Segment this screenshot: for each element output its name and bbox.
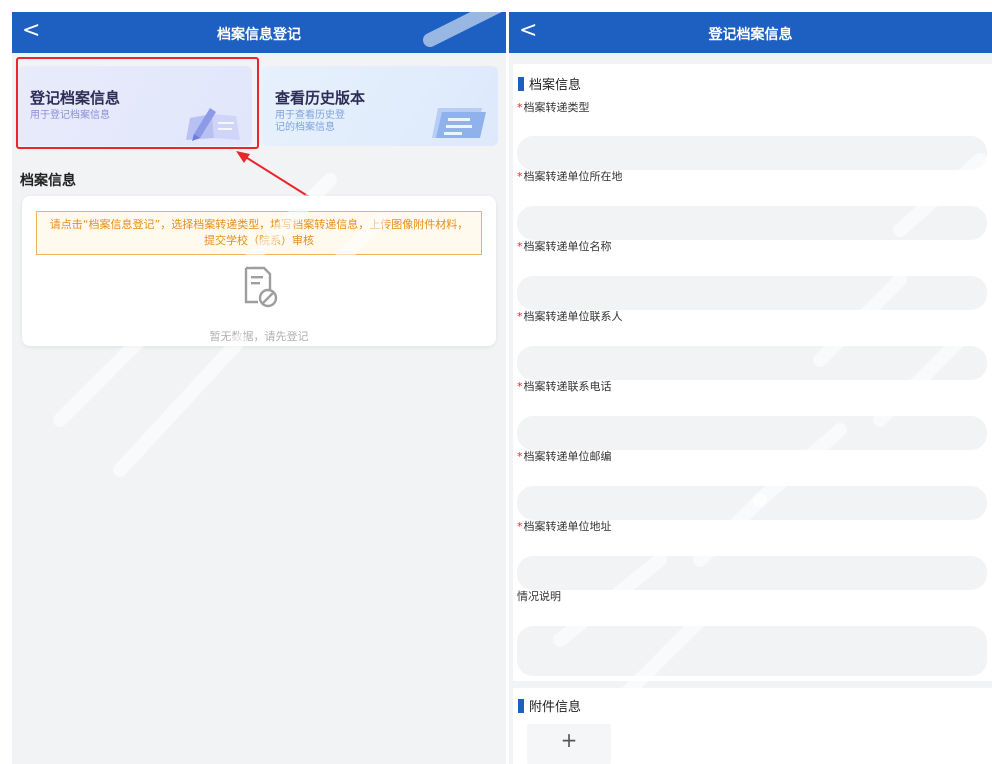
required-mark: * bbox=[517, 310, 523, 323]
field-label-text: 档案转递类型 bbox=[523, 101, 590, 114]
required-mark: * bbox=[517, 170, 523, 183]
unit-address-input[interactable] bbox=[517, 556, 987, 590]
archive-info-panel: 请点击“档案信息登记”，选择档案转递类型，填写档案转递信息，上传图像附件材料，提… bbox=[22, 196, 496, 346]
unit-location-label: *档案转递单位所在地 bbox=[517, 168, 623, 184]
archive-registration-screen: < 档案信息登记 登记档案信息 用于登记档案信息 查看历史版本 用于查看历史登记… bbox=[12, 12, 506, 764]
form-page-title: 登记档案信息 bbox=[708, 27, 793, 43]
attachment-section: 附件信息 + bbox=[513, 688, 992, 764]
remarks-label: 情况说明 bbox=[517, 588, 561, 604]
attachment-header: 附件信息 bbox=[518, 696, 581, 715]
attachment-title: 附件信息 bbox=[529, 700, 582, 715]
form-section-header: 档案信息 bbox=[518, 74, 581, 93]
section-marker bbox=[518, 77, 524, 91]
transfer-type-input[interactable] bbox=[517, 136, 987, 170]
history-illustration-icon bbox=[432, 108, 486, 138]
field-label-text: 情况说明 bbox=[517, 590, 561, 603]
required-mark: * bbox=[517, 240, 523, 253]
history-card-desc: 用于查看历史登记的档案信息 bbox=[275, 110, 345, 133]
contact-phone-input[interactable] bbox=[517, 416, 987, 450]
transfer-type-label: *档案转递类型 bbox=[517, 99, 590, 115]
postcode-input[interactable] bbox=[517, 486, 987, 520]
required-mark: * bbox=[517, 450, 523, 463]
required-mark: * bbox=[517, 520, 523, 533]
field-label-text: 档案转递联系电话 bbox=[523, 380, 612, 393]
form-section-title: 档案信息 bbox=[529, 78, 582, 93]
history-card-title: 查看历史版本 bbox=[275, 89, 366, 107]
unit-address-label: *档案转递单位地址 bbox=[517, 518, 612, 534]
page-title: 档案信息登记 bbox=[217, 27, 301, 43]
left-navbar: < 档案信息登记 bbox=[12, 12, 506, 53]
unit-location-input[interactable] bbox=[517, 206, 987, 240]
remarks-textarea[interactable] bbox=[517, 626, 987, 676]
unit-name-label: *档案转递单位名称 bbox=[517, 238, 612, 254]
section-marker bbox=[518, 699, 524, 713]
plus-icon: + bbox=[560, 728, 578, 752]
required-mark: * bbox=[517, 101, 523, 114]
history-version-card[interactable]: 查看历史版本 用于查看历史登记的档案信息 bbox=[262, 66, 498, 146]
unit-contact-input[interactable] bbox=[517, 346, 987, 380]
contact-phone-label: *档案转递联系电话 bbox=[517, 378, 612, 394]
unit-contact-label: *档案转递单位联系人 bbox=[517, 308, 623, 324]
field-label-text: 档案转递单位邮编 bbox=[523, 450, 612, 463]
field-label-text: 档案转递单位地址 bbox=[523, 520, 612, 533]
instruction-notice: 请点击“档案信息登记”，选择档案转递类型，填写档案转递信息，上传图像附件材料，提… bbox=[36, 211, 482, 255]
empty-state-text: 暂无数据，请先登记 bbox=[209, 330, 309, 343]
add-attachment-button[interactable]: + bbox=[527, 724, 611, 764]
field-label-text: 档案转递单位名称 bbox=[523, 240, 612, 253]
register-form-screen: < 登记档案信息 档案信息 *档案转递类型 *档案转递单位所在地 *档案转递单位… bbox=[509, 12, 992, 764]
required-mark: * bbox=[517, 380, 523, 393]
archive-info-form: 档案信息 *档案转递类型 *档案转递单位所在地 *档案转递单位名称 *档案转递单… bbox=[513, 64, 992, 681]
field-label-text: 档案转递单位所在地 bbox=[523, 170, 623, 183]
field-label-text: 档案转递单位联系人 bbox=[523, 310, 623, 323]
empty-document-icon bbox=[244, 266, 278, 308]
unit-name-input[interactable] bbox=[517, 276, 987, 310]
highlight-box bbox=[16, 57, 259, 149]
postcode-label: *档案转递单位邮编 bbox=[517, 448, 612, 464]
right-navbar: < 登记档案信息 bbox=[509, 12, 992, 53]
section-title: 档案信息 bbox=[20, 173, 76, 189]
